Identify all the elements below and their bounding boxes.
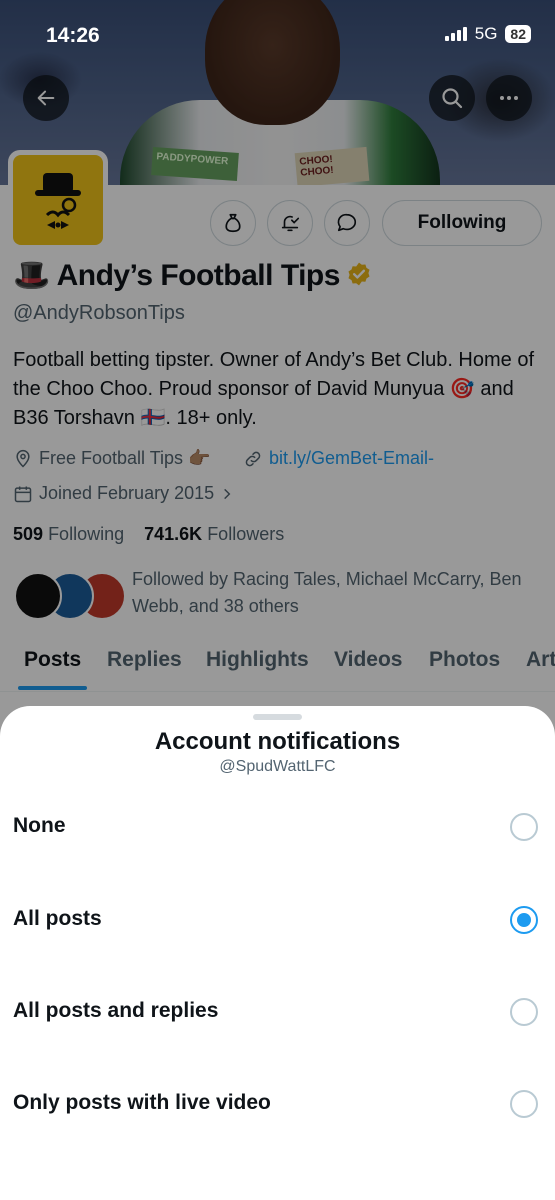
option-label: All posts <box>13 907 102 930</box>
account-notifications-sheet: Account notifications @SpudWattLFC None … <box>0 706 555 1200</box>
sheet-grabber[interactable] <box>253 714 302 720</box>
option-live-video[interactable]: Only posts with live video <box>0 1069 555 1141</box>
radio-all-posts[interactable] <box>510 906 538 934</box>
status-time: 14:26 <box>46 24 100 47</box>
radio-all-posts-and-replies[interactable] <box>510 998 538 1026</box>
radio-live-video[interactable] <box>510 1090 538 1118</box>
sheet-subtitle: @SpudWattLFC <box>219 758 336 775</box>
sheet-title: Account notifications <box>154 728 401 755</box>
signal-icon <box>444 27 467 41</box>
battery-level: 82 <box>505 25 531 43</box>
status-indicators: 5G 82 <box>444 24 531 44</box>
network-type: 5G <box>474 24 498 43</box>
option-label: None <box>13 814 66 837</box>
option-none[interactable]: None <box>0 792 555 864</box>
option-all-posts-and-replies[interactable]: All posts and replies <box>0 977 555 1049</box>
option-label: Only posts with live video <box>13 1091 271 1114</box>
option-all-posts[interactable]: All posts <box>0 885 555 957</box>
radio-none[interactable] <box>510 813 538 841</box>
option-label: All posts and replies <box>13 999 219 1022</box>
